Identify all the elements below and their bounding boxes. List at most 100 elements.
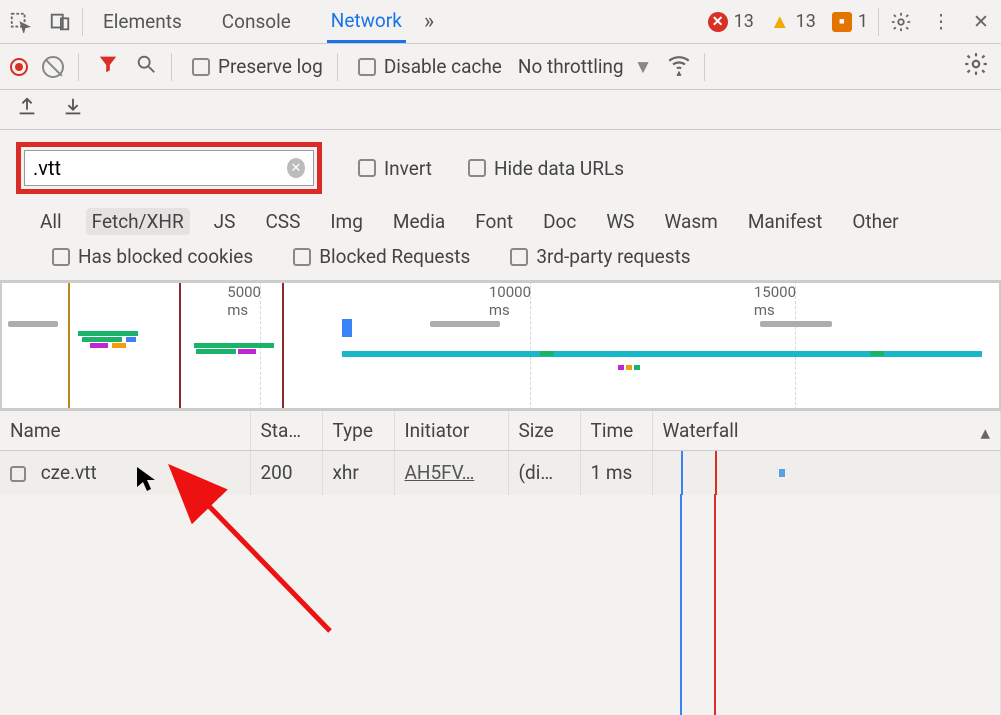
throttling-dropdown[interactable]: No throttling ▼ [518, 55, 653, 79]
checkbox-icon [358, 58, 376, 76]
divider [82, 8, 83, 36]
checkbox-icon [293, 248, 311, 266]
checkbox-icon [468, 159, 486, 177]
col-name[interactable]: Name [0, 411, 250, 451]
warning-badge[interactable]: ▲ 13 [762, 9, 824, 34]
chip-doc[interactable]: Doc [537, 208, 582, 235]
overview-bar [90, 343, 108, 348]
initiator-link[interactable]: AH5FV… [405, 461, 475, 484]
network-settings-gear-icon[interactable] [963, 51, 989, 82]
hide-data-urls-label: Hide data URLs [494, 157, 624, 180]
chip-font[interactable]: Font [469, 208, 519, 235]
network-conditions-icon[interactable] [666, 51, 692, 82]
overview-bar [194, 343, 274, 348]
divider [878, 8, 879, 36]
cell-name: cze.vtt [0, 451, 250, 495]
more-tabs-button[interactable]: » [424, 9, 431, 34]
chip-img[interactable]: Img [324, 208, 369, 235]
col-status[interactable]: Sta… [250, 411, 322, 451]
divider [337, 53, 338, 81]
tab-console[interactable]: Console [218, 2, 295, 41]
overview-bar [634, 365, 640, 370]
chip-media[interactable]: Media [387, 208, 451, 235]
preserve-log-checkbox[interactable]: Preserve log [192, 55, 323, 78]
chevron-down-icon: ▼ [634, 55, 653, 79]
chip-css[interactable]: CSS [259, 208, 306, 235]
checkbox-icon [510, 248, 528, 266]
col-waterfall[interactable]: Waterfall▴ [652, 411, 1001, 451]
overview-bar [126, 337, 136, 342]
cell-time: 1 ms [580, 451, 652, 495]
chip-other[interactable]: Other [846, 208, 904, 235]
tab-network[interactable]: Network [327, 1, 406, 43]
overview-track [760, 321, 832, 327]
blocked-cookies-label: Has blocked cookies [78, 245, 253, 268]
close-icon[interactable]: ✕ [961, 2, 1001, 42]
empty-area [0, 495, 1001, 715]
request-table: Name Sta… Type Initiator Size Time Water… [0, 411, 1001, 715]
clear-button[interactable] [42, 56, 64, 78]
tick: 15000 ms [795, 281, 796, 410]
network-overview[interactable]: 5000 ms 10000 ms 15000 ms [0, 281, 1001, 411]
issues-count: 1 [858, 11, 868, 32]
overview-track [8, 321, 58, 327]
kebab-menu-icon[interactable]: ⋮ [921, 2, 961, 42]
row-checkbox[interactable] [10, 466, 26, 482]
overview-bar [238, 349, 256, 354]
divider [704, 53, 705, 81]
dom-content-loaded-line [68, 281, 70, 410]
wf-dom-line [680, 494, 682, 715]
wf-dom-line [681, 451, 683, 495]
overview-bar [196, 349, 236, 354]
hide-data-urls-checkbox[interactable]: Hide data URLs [468, 157, 624, 180]
search-icon[interactable] [135, 53, 157, 80]
filter-input[interactable] [33, 156, 287, 180]
third-party-checkbox[interactable]: 3rd-party requests [510, 245, 690, 268]
overview-track [430, 321, 500, 327]
col-initiator[interactable]: Initiator [394, 411, 508, 451]
sort-asc-icon: ▴ [980, 421, 990, 444]
tick: 10000 ms [530, 281, 531, 410]
col-size[interactable]: Size [508, 411, 580, 451]
record-button[interactable] [10, 58, 28, 76]
throttling-value: No throttling [518, 55, 624, 78]
chip-fetch-xhr[interactable]: Fetch/XHR [86, 208, 190, 235]
network-toolbar: Preserve log Disable cache No throttling… [0, 44, 1001, 90]
filter-row: ✕ Invert Hide data URLs [0, 130, 1001, 200]
tab-elements[interactable]: Elements [99, 2, 186, 41]
chip-all[interactable]: All [34, 208, 68, 235]
filter-highlight-box: ✕ [16, 142, 322, 194]
overview-bar [626, 365, 632, 370]
filter-icon[interactable] [97, 53, 119, 80]
blocked-requests-label: Blocked Requests [319, 245, 470, 268]
issues-badge[interactable]: ▪ 1 [824, 11, 876, 32]
settings-gear-icon[interactable] [881, 2, 921, 42]
invert-checkbox[interactable]: Invert [358, 157, 432, 180]
disable-cache-checkbox[interactable]: Disable cache [358, 55, 502, 78]
request-name: cze.vtt [41, 461, 97, 484]
checkbox-icon [192, 58, 210, 76]
table-row[interactable]: cze.vtt 200 xhr AH5FV… (di… 1 ms [0, 451, 1001, 495]
chip-wasm[interactable]: Wasm [658, 208, 723, 235]
wf-load-line [715, 451, 717, 495]
overview-bar [618, 365, 624, 370]
error-badge[interactable]: ✕ 13 [700, 11, 762, 32]
checkbox-icon [52, 248, 70, 266]
overview-bar [82, 337, 122, 342]
import-har-icon[interactable] [62, 96, 84, 123]
device-toolbar-icon[interactable] [40, 2, 80, 42]
clear-filter-icon[interactable]: ✕ [287, 158, 305, 178]
chip-manifest[interactable]: Manifest [742, 208, 829, 235]
col-time[interactable]: Time [580, 411, 652, 451]
marker-line [282, 281, 284, 410]
export-har-icon[interactable] [16, 96, 38, 123]
col-type[interactable]: Type [322, 411, 394, 451]
blocked-requests-checkbox[interactable]: Blocked Requests [293, 245, 470, 268]
filter-input-container[interactable]: ✕ [24, 150, 314, 186]
inspect-element-icon[interactable] [0, 2, 40, 42]
blocked-cookies-checkbox[interactable]: Has blocked cookies [52, 245, 253, 268]
overview-bar [870, 351, 884, 356]
chip-ws[interactable]: WS [600, 208, 640, 235]
chip-js[interactable]: JS [208, 208, 242, 235]
devtools-tab-bar: Elements Console Network » ✕ 13 ▲ 13 ▪ 1… [0, 0, 1001, 44]
